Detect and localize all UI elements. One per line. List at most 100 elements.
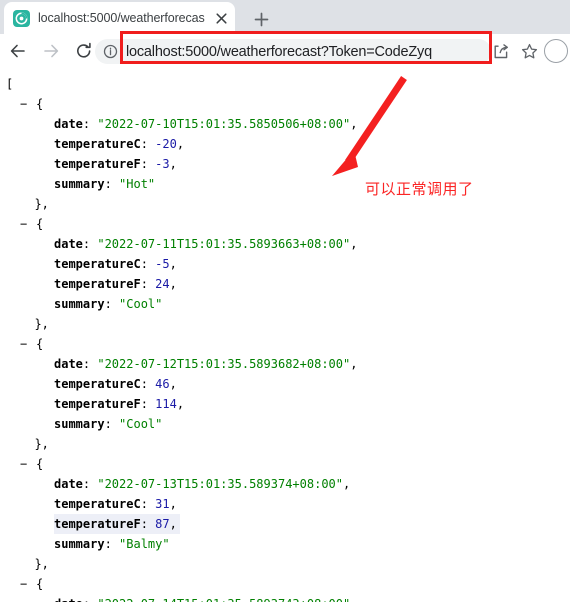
json-key-date: date [54, 237, 83, 251]
collapse-toggle-icon[interactable]: − [20, 94, 36, 114]
annotation-text: 可以正常调用了 [365, 180, 474, 198]
info-circle-icon[interactable] [97, 39, 123, 64]
forward-button[interactable] [36, 36, 66, 66]
json-comma: , [350, 597, 357, 602]
json-key-temperatureF: temperatureF [54, 157, 141, 171]
json-property-content: temperatureC: -5, [54, 257, 177, 271]
close-icon[interactable] [212, 9, 230, 27]
json-property-temperatureC: temperatureC: 31, [6, 494, 570, 514]
json-property-content: temperatureF: -3, [54, 157, 177, 171]
json-property-summary: summary: "Balmy" [6, 534, 570, 554]
address-bar[interactable]: localhost:5000/weatherforecast?Token=Cod… [95, 39, 491, 64]
json-property-date: date: "2022-07-13T15:01:35.589374+08:00"… [6, 474, 570, 494]
tab-title: localhost:5000/weatherforecas [38, 11, 205, 25]
new-tab-button[interactable] [248, 6, 274, 32]
json-property-content: date: "2022-07-12T15:01:35.5893682+08:00… [54, 357, 357, 371]
json-property-temperatureC: temperatureC: -5, [6, 254, 570, 274]
url-text: localhost:5000/weatherforecast?Token=Cod… [126, 43, 432, 60]
json-property-content: temperatureC: 31, [54, 497, 177, 511]
tab-strip: localhost:5000/weatherforecas [0, 0, 570, 34]
json-property-content: temperatureC: 46, [54, 377, 177, 391]
json-object-open: −{ [6, 214, 570, 234]
back-button[interactable] [3, 36, 33, 66]
avatar-icon[interactable] [544, 39, 568, 63]
json-key-date: date [54, 477, 83, 491]
json-property-temperatureF: temperatureF: 114, [6, 394, 570, 414]
json-property-content: date: "2022-07-10T15:01:35.5850506+08:00… [54, 117, 357, 131]
json-colon: : [140, 157, 156, 171]
json-value-summary: "Cool" [119, 297, 163, 311]
json-viewer: [−{date: "2022-07-10T15:01:35.5850506+08… [0, 68, 570, 602]
json-value-temperatureF: 87 [155, 517, 170, 531]
json-colon: : [104, 297, 120, 311]
object-close-brace: }, [20, 317, 49, 331]
json-value-date: "2022-07-14T15:01:35.5893743+08:00" [97, 597, 350, 602]
json-property-content: temperatureF: 87, [54, 514, 180, 534]
json-property-date: date: "2022-07-12T15:01:35.5893682+08:00… [6, 354, 570, 374]
json-value-summary: "Hot" [119, 177, 156, 191]
json-key-date: date [54, 597, 83, 602]
json-value-temperatureC: 46 [155, 377, 170, 391]
json-property-content: summary: "Cool" [54, 417, 162, 431]
json-property-content: temperatureC: -20, [54, 137, 184, 151]
json-comma: , [169, 157, 177, 171]
json-property-temperatureC: temperatureC: -20, [6, 134, 570, 154]
collapse-toggle-icon[interactable]: − [20, 454, 36, 474]
json-colon: : [140, 377, 156, 391]
json-value-date: "2022-07-11T15:01:35.5893663+08:00" [97, 237, 351, 251]
collapse-toggle-icon[interactable]: − [20, 334, 36, 354]
json-property-temperatureF: temperatureF: 24, [6, 274, 570, 294]
json-colon: : [140, 497, 156, 511]
json-comma: , [169, 377, 177, 391]
json-key-summary: summary [54, 297, 105, 311]
json-value-summary: "Cool" [119, 417, 163, 431]
json-property-date: date: "2022-07-14T15:01:35.5893743+08:00… [6, 594, 570, 602]
json-object-open: −{ [6, 94, 570, 114]
json-object-open: −{ [6, 574, 570, 594]
json-property-date: date: "2022-07-10T15:01:35.5850506+08:00… [6, 114, 570, 134]
browser-toolbar: localhost:5000/weatherforecast?Token=Cod… [0, 34, 570, 68]
star-icon[interactable] [515, 37, 543, 65]
json-colon: : [82, 477, 98, 491]
json-property-content: date: "2022-07-11T15:01:35.5893663+08:00… [54, 237, 357, 251]
share-icon[interactable] [487, 37, 515, 65]
browser-chrome: localhost:5000/weatherforecas localhost:… [0, 0, 570, 68]
object-open-brace: { [36, 577, 44, 591]
json-comma: , [343, 477, 351, 491]
json-key-temperatureF: temperatureF [54, 277, 141, 291]
json-object-close: }, [6, 554, 570, 574]
json-value-temperatureF: 114 [155, 397, 177, 411]
json-colon: : [82, 117, 98, 131]
json-colon: : [140, 137, 156, 151]
json-value-summary: "Balmy" [119, 537, 170, 551]
json-comma: , [350, 357, 358, 371]
collapse-toggle-icon[interactable]: − [20, 214, 36, 234]
json-key-date: date [54, 357, 83, 371]
json-colon: : [83, 597, 97, 602]
json-key-temperatureC: temperatureC [54, 257, 141, 271]
json-value-date: "2022-07-12T15:01:35.5893682+08:00" [97, 357, 351, 371]
json-colon: : [104, 537, 120, 551]
json-value-temperatureC: -20 [155, 137, 177, 151]
json-property-content: date: "2022-07-14T15:01:35.5893743+08:00… [54, 597, 357, 602]
json-key-temperatureF: temperatureF [54, 397, 141, 411]
json-key-summary: summary [54, 177, 105, 191]
json-value-date: "2022-07-10T15:01:35.5850506+08:00" [97, 117, 351, 131]
json-property-summary: summary: "Hot" [6, 174, 570, 194]
json-object-open: −{ [6, 334, 570, 354]
json-key-temperatureC: temperatureC [54, 377, 141, 391]
collapse-toggle-icon[interactable]: − [20, 574, 36, 594]
json-colon: : [140, 397, 156, 411]
json-comma: , [350, 117, 358, 131]
json-comma: , [169, 257, 177, 271]
json-array-open: [ [6, 74, 570, 94]
json-property-temperatureF: temperatureF: 87, [6, 514, 570, 534]
array-open-bracket: [ [6, 77, 14, 91]
object-open-brace: { [36, 337, 44, 351]
json-comma: , [169, 497, 177, 511]
object-close-brace: }, [20, 197, 49, 211]
json-comma: , [176, 137, 185, 151]
json-property-content: summary: "Balmy" [54, 537, 170, 551]
browser-tab[interactable]: localhost:5000/weatherforecas [4, 2, 235, 34]
json-comma: , [169, 277, 177, 291]
